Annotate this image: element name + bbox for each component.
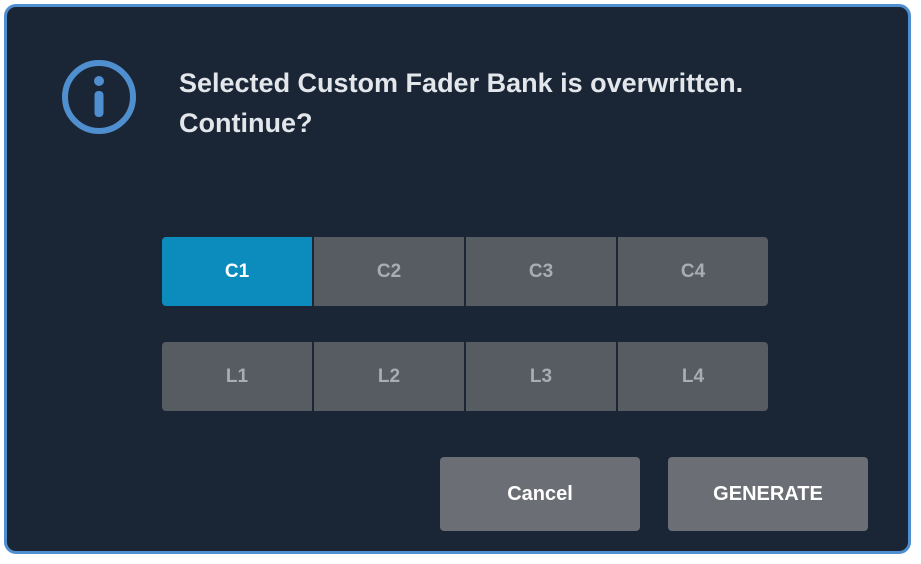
bank-button-l4[interactable]: L4 <box>618 342 768 411</box>
bank-button-c1[interactable]: C1 <box>162 237 312 306</box>
message-line-1: Selected Custom Fader Bank is overwritte… <box>179 68 744 98</box>
message-line-2: Continue? <box>179 108 313 138</box>
bank-button-c3[interactable]: C3 <box>466 237 616 306</box>
bank-button-c4[interactable]: C4 <box>618 237 768 306</box>
info-icon <box>62 60 136 134</box>
bank-button-l3[interactable]: L3 <box>466 342 616 411</box>
custom-bank-row: C1 C2 C3 C4 <box>162 237 769 306</box>
bank-button-l1[interactable]: L1 <box>162 342 312 411</box>
confirm-dialog: Selected Custom Fader Bank is overwritte… <box>4 4 911 554</box>
layer-bank-row: L1 L2 L3 L4 <box>162 342 769 411</box>
cancel-button[interactable]: Cancel <box>440 457 640 531</box>
bank-button-c2[interactable]: C2 <box>314 237 464 306</box>
dialog-message: Selected Custom Fader Bank is overwritte… <box>179 63 879 143</box>
bank-button-l2[interactable]: L2 <box>314 342 464 411</box>
generate-button[interactable]: GENERATE <box>668 457 868 531</box>
